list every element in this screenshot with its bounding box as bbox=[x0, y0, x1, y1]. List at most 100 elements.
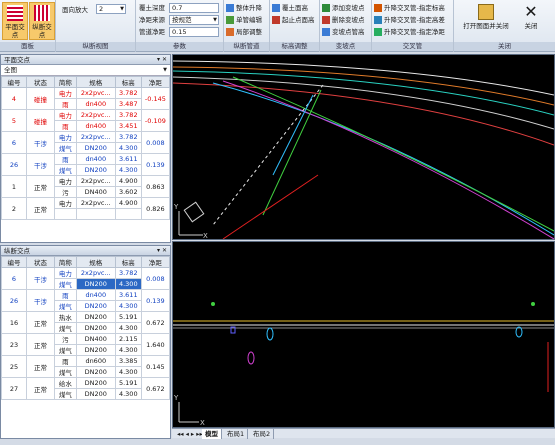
layout-tabs: ◂◂ ◂ ▸ ▸▸ 模型 布局1 布局2 bbox=[172, 428, 555, 439]
table-row[interactable]: 6 干涉 电力 2x2pvc... 3.782 0.008 bbox=[1, 131, 171, 154]
plan-drawing-canvas[interactable]: Y X bbox=[172, 54, 555, 240]
scale-select[interactable]: 2 ▼ bbox=[96, 4, 126, 14]
column-header[interactable]: 净距 bbox=[140, 76, 171, 88]
cover-high-button[interactable]: 覆土面高 bbox=[272, 3, 308, 14]
column-header[interactable]: 简称 bbox=[54, 76, 77, 88]
clear-source-select[interactable]: 按规范 ▼ bbox=[169, 15, 219, 25]
column-header[interactable]: 简称 bbox=[54, 256, 77, 268]
table-row[interactable]: 25 正常雨 dn600 3.385 0.145 bbox=[1, 355, 171, 378]
column-header[interactable]: 规格 bbox=[75, 76, 116, 88]
table-cell: 2.115 bbox=[114, 333, 142, 345]
table-cell: 5.191 bbox=[114, 311, 142, 323]
column-header[interactable]: 标高 bbox=[114, 256, 142, 268]
delete-point-button[interactable]: 删除变坡点 bbox=[322, 15, 365, 26]
table-cell: DN400 bbox=[75, 186, 116, 198]
lift-button[interactable]: 整体升降 bbox=[226, 3, 262, 14]
cover-depth-label: 覆土深度 bbox=[139, 4, 165, 12]
add-point-button[interactable]: 添加变坡点 bbox=[322, 3, 365, 14]
table-cell: 3.602 bbox=[114, 186, 142, 198]
table-cell: DN200 bbox=[75, 142, 116, 154]
lift-cross-elev-button[interactable]: 升降交叉管-指定标高 bbox=[374, 3, 445, 14]
column-header[interactable]: 编号 bbox=[1, 76, 27, 88]
tab-layout1[interactable]: 布局1 bbox=[224, 429, 249, 439]
table-row[interactable]: 4 碰撞 电力 2x2pvc... 3.782 -0.145 bbox=[1, 87, 171, 110]
table-cell: dn400 bbox=[75, 289, 116, 301]
table-cell: 3.611 bbox=[114, 153, 142, 165]
lift-cross-clear-button[interactable]: 升降交叉管-指定净距 bbox=[374, 27, 445, 38]
table-cell: 干涉 bbox=[25, 131, 56, 154]
table-cell: 1.640 bbox=[140, 333, 171, 356]
table-row[interactable]: 6 干涉 电力 2x2pvc... 3.782 0.008 bbox=[1, 267, 171, 290]
cover-depth-input[interactable]: 0.7 bbox=[169, 3, 219, 13]
table-row[interactable]: 23 正常污 DN400 2.115 1.640 bbox=[1, 333, 171, 356]
table-row[interactable]: 16 正常 热水 DN200 5.191 0.672 bbox=[1, 311, 171, 334]
table-cell: -0.109 bbox=[140, 109, 171, 132]
close-button[interactable]: ✕ 关闭 bbox=[516, 2, 546, 40]
pipe-clear-input[interactable]: 0.15 bbox=[169, 27, 219, 37]
table-cell: DN200 bbox=[75, 377, 116, 389]
pin-icon[interactable]: ▾ ✕ bbox=[157, 55, 167, 65]
table-cell: dn400 bbox=[75, 120, 116, 132]
table-row[interactable]: 26 干涉雨 dn400 3.611 0.139 bbox=[1, 289, 171, 312]
table-cell: 27 bbox=[1, 377, 27, 400]
table-cell: 雨 bbox=[54, 120, 77, 132]
close-icon: ✕ bbox=[524, 2, 538, 21]
table-cell: 4.300 bbox=[114, 366, 142, 378]
table-row[interactable]: 27 正常 给水 DN200 5.191 0.672 bbox=[1, 377, 171, 400]
profile-cross-button[interactable]: 纵断交点 bbox=[29, 2, 55, 40]
table-cell: 5 bbox=[1, 109, 27, 132]
open-dwg-button[interactable]: 打开图面并关闭 bbox=[458, 2, 514, 40]
table-cell: 4.300 bbox=[114, 164, 142, 176]
table-row[interactable]: 1 正常 电力 2x2pvc... 4.900 0.863 bbox=[1, 175, 171, 198]
table-cell: 4.300 bbox=[114, 278, 142, 290]
dwg-file-icon bbox=[478, 4, 494, 20]
start-end-high-button[interactable]: 起止点面高 bbox=[272, 15, 315, 26]
table-cell: 正常 bbox=[25, 355, 56, 378]
elevation-icon bbox=[272, 4, 280, 12]
elevation-icon bbox=[272, 16, 280, 24]
table-row[interactable]: 2 正常 电力 2x2pvc... 4.900 0.826 bbox=[1, 197, 171, 220]
table-cell: 干涉 bbox=[25, 267, 56, 290]
table-cell: 0.672 bbox=[140, 377, 171, 400]
column-header[interactable]: 净距 bbox=[140, 256, 171, 268]
group-label-elev: 标高调整 bbox=[270, 42, 319, 51]
table-cell: 给水 bbox=[54, 377, 77, 389]
group-label-panel: 面板 bbox=[0, 42, 55, 51]
table-cell: 碰撞 bbox=[25, 87, 56, 110]
group-close: 打开图面并关闭 ✕ 关闭 关闭 bbox=[454, 0, 555, 52]
column-header[interactable]: 标高 bbox=[114, 76, 142, 88]
lift-cross-diff-button[interactable]: 升降交叉管-指定高差 bbox=[374, 15, 445, 26]
column-header[interactable]: 编号 bbox=[1, 256, 27, 268]
table-cell: 电力 bbox=[54, 131, 77, 143]
table-cell: DN200 bbox=[75, 388, 116, 400]
local-adjust-button[interactable]: 局部调整 bbox=[226, 27, 262, 38]
column-header[interactable]: 状态 bbox=[25, 76, 56, 88]
table-cell: 1 bbox=[1, 175, 27, 198]
table-cell: 6 bbox=[1, 131, 27, 154]
table-cell: DN200 bbox=[75, 278, 116, 290]
pin-icon[interactable]: ▾ ✕ bbox=[157, 246, 167, 256]
table-cell: 碰撞 bbox=[25, 109, 56, 132]
plan-cross-button[interactable]: 平面交点 bbox=[2, 2, 28, 40]
table-row[interactable]: 26 干涉雨 dn400 3.611 0.139 bbox=[1, 153, 171, 176]
single-edit-button[interactable]: 单管编辑 bbox=[226, 15, 262, 26]
table-cell: 4.300 bbox=[114, 300, 142, 312]
axis-x-label: X bbox=[200, 419, 205, 427]
column-header[interactable]: 规格 bbox=[75, 256, 116, 268]
table-cell: DN200 bbox=[75, 344, 116, 356]
tab-layout2[interactable]: 布局2 bbox=[250, 429, 275, 439]
panel-title: 纵断交点 bbox=[4, 247, 30, 255]
group-profile-view: 面向放大 2 ▼ 纵断视图 bbox=[56, 0, 136, 52]
table-cell: 电力 bbox=[54, 267, 77, 279]
column-header[interactable]: 状态 bbox=[25, 256, 56, 268]
table-row[interactable]: 5 碰撞 电力 2x2pvc... 3.782 -0.109 bbox=[1, 109, 171, 132]
plan-cross-table: 编号 状态 简称 规格 标高 净距 4 碰撞 电力 2x2pvc... 3.782 -0.145 雨 dn… bbox=[1, 76, 171, 220]
plan-filter-select[interactable]: 全图 ▼ bbox=[1, 65, 170, 76]
profile-drawing-canvas[interactable]: Y X bbox=[172, 241, 555, 428]
table-cell: 干涉 bbox=[25, 153, 56, 176]
table-cell: 正常 bbox=[25, 311, 56, 334]
point-height-button[interactable]: 变坡点管高 bbox=[322, 27, 365, 38]
table-cell bbox=[54, 208, 77, 220]
tab-model[interactable]: 模型 bbox=[202, 429, 222, 439]
table-cell: 0.672 bbox=[140, 311, 171, 334]
